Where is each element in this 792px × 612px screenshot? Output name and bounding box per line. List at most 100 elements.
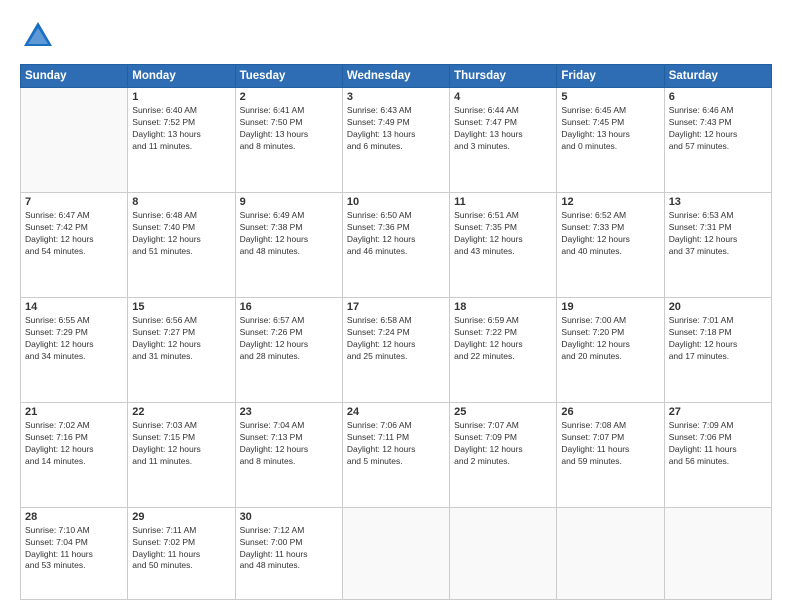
day-number: 21 bbox=[25, 406, 123, 418]
day-number: 16 bbox=[240, 301, 338, 313]
weekday-header-friday: Friday bbox=[557, 65, 664, 88]
day-number: 5 bbox=[561, 91, 659, 103]
day-number: 15 bbox=[132, 301, 230, 313]
cell-info: Sunrise: 6:50 AM Sunset: 7:36 PM Dayligh… bbox=[347, 210, 445, 258]
cell-info: Sunrise: 7:04 AM Sunset: 7:13 PM Dayligh… bbox=[240, 420, 338, 468]
calendar-cell: 10 Sunrise: 6:50 AM Sunset: 7:36 PM Dayli… bbox=[342, 192, 449, 297]
weekday-header-wednesday: Wednesday bbox=[342, 65, 449, 88]
week-row-0: 1 Sunrise: 6:40 AM Sunset: 7:52 PM Daylig… bbox=[21, 88, 772, 193]
calendar-cell: 5 Sunrise: 6:45 AM Sunset: 7:45 PM Daylig… bbox=[557, 88, 664, 193]
calendar-cell: 2 Sunrise: 6:41 AM Sunset: 7:50 PM Daylig… bbox=[235, 88, 342, 193]
cell-info: Sunrise: 6:47 AM Sunset: 7:42 PM Dayligh… bbox=[25, 210, 123, 258]
cell-info: Sunrise: 6:49 AM Sunset: 7:38 PM Dayligh… bbox=[240, 210, 338, 258]
cell-info: Sunrise: 6:52 AM Sunset: 7:33 PM Dayligh… bbox=[561, 210, 659, 258]
cell-info: Sunrise: 7:06 AM Sunset: 7:11 PM Dayligh… bbox=[347, 420, 445, 468]
cell-info: Sunrise: 6:59 AM Sunset: 7:22 PM Dayligh… bbox=[454, 315, 552, 363]
cell-info: Sunrise: 6:51 AM Sunset: 7:35 PM Dayligh… bbox=[454, 210, 552, 258]
calendar-cell: 23Sunrise: 7:04 AM Sunset: 7:13 PM Dayli… bbox=[235, 402, 342, 507]
cell-info: Sunrise: 7:03 AM Sunset: 7:15 PM Dayligh… bbox=[132, 420, 230, 468]
calendar-cell: 26 Sunrise: 7:08 AM Sunset: 7:07 PM Dayli… bbox=[557, 402, 664, 507]
calendar-cell: 16 Sunrise: 6:57 AM Sunset: 7:26 PM Dayli… bbox=[235, 297, 342, 402]
calendar-cell: 4 Sunrise: 6:44 AM Sunset: 7:47 PM Daylig… bbox=[450, 88, 557, 193]
calendar-table: SundayMondayTuesdayWednesdayThursdayFrid… bbox=[20, 64, 772, 600]
calendar-cell: 6 Sunrise: 6:46 AM Sunset: 7:43 PM Daylig… bbox=[664, 88, 771, 193]
week-row-1: 7 Sunrise: 6:47 AM Sunset: 7:42 PM Daylig… bbox=[21, 192, 772, 297]
cell-info: Sunrise: 6:40 AM Sunset: 7:52 PM Dayligh… bbox=[132, 105, 230, 153]
calendar-cell bbox=[557, 507, 664, 599]
calendar-cell: 14 Sunrise: 6:55 AM Sunset: 7:29 PM Dayli… bbox=[21, 297, 128, 402]
calendar-cell bbox=[21, 88, 128, 193]
calendar-cell bbox=[664, 507, 771, 599]
day-number: 13 bbox=[669, 196, 767, 208]
day-number: 17 bbox=[347, 301, 445, 313]
weekday-header-saturday: Saturday bbox=[664, 65, 771, 88]
cell-info: Sunrise: 7:10 AM Sunset: 7:04 PM Dayligh… bbox=[25, 525, 123, 573]
cell-info: Sunrise: 7:01 AM Sunset: 7:18 PM Dayligh… bbox=[669, 315, 767, 363]
day-number: 28 bbox=[25, 511, 123, 523]
day-number: 24 bbox=[347, 406, 445, 418]
header bbox=[20, 18, 772, 54]
weekday-header-tuesday: Tuesday bbox=[235, 65, 342, 88]
day-number: 7 bbox=[25, 196, 123, 208]
cell-info: Sunrise: 7:02 AM Sunset: 7:16 PM Dayligh… bbox=[25, 420, 123, 468]
day-number: 1 bbox=[132, 91, 230, 103]
cell-info: Sunrise: 7:08 AM Sunset: 7:07 PM Dayligh… bbox=[561, 420, 659, 468]
logo-icon bbox=[20, 18, 56, 54]
week-row-4: 28 Sunrise: 7:10 AM Sunset: 7:04 PM Dayli… bbox=[21, 507, 772, 599]
day-number: 25 bbox=[454, 406, 552, 418]
day-number: 6 bbox=[669, 91, 767, 103]
page: SundayMondayTuesdayWednesdayThursdayFrid… bbox=[0, 0, 792, 612]
day-number: 10 bbox=[347, 196, 445, 208]
cell-info: Sunrise: 6:45 AM Sunset: 7:45 PM Dayligh… bbox=[561, 105, 659, 153]
calendar-cell: 22 Sunrise: 7:03 AM Sunset: 7:15 PM Dayli… bbox=[128, 402, 235, 507]
calendar-cell: 21 Sunrise: 7:02 AM Sunset: 7:16 PM Dayli… bbox=[21, 402, 128, 507]
day-number: 9 bbox=[240, 196, 338, 208]
day-number: 4 bbox=[454, 91, 552, 103]
calendar-cell: 19Sunrise: 7:00 AM Sunset: 7:20 PM Dayli… bbox=[557, 297, 664, 402]
cell-info: Sunrise: 6:56 AM Sunset: 7:27 PM Dayligh… bbox=[132, 315, 230, 363]
calendar-cell: 20Sunrise: 7:01 AM Sunset: 7:18 PM Dayli… bbox=[664, 297, 771, 402]
week-row-2: 14 Sunrise: 6:55 AM Sunset: 7:29 PM Dayli… bbox=[21, 297, 772, 402]
calendar-cell: 25Sunrise: 7:07 AM Sunset: 7:09 PM Dayli… bbox=[450, 402, 557, 507]
day-number: 30 bbox=[240, 511, 338, 523]
cell-info: Sunrise: 6:41 AM Sunset: 7:50 PM Dayligh… bbox=[240, 105, 338, 153]
cell-info: Sunrise: 6:53 AM Sunset: 7:31 PM Dayligh… bbox=[669, 210, 767, 258]
calendar-cell: 8Sunrise: 6:48 AM Sunset: 7:40 PM Daylig… bbox=[128, 192, 235, 297]
cell-info: Sunrise: 6:46 AM Sunset: 7:43 PM Dayligh… bbox=[669, 105, 767, 153]
cell-info: Sunrise: 6:43 AM Sunset: 7:49 PM Dayligh… bbox=[347, 105, 445, 153]
day-number: 29 bbox=[132, 511, 230, 523]
calendar-cell: 27Sunrise: 7:09 AM Sunset: 7:06 PM Dayli… bbox=[664, 402, 771, 507]
calendar-cell: 29Sunrise: 7:11 AM Sunset: 7:02 PM Dayli… bbox=[128, 507, 235, 599]
calendar-cell: 12 Sunrise: 6:52 AM Sunset: 7:33 PM Dayli… bbox=[557, 192, 664, 297]
cell-info: Sunrise: 6:55 AM Sunset: 7:29 PM Dayligh… bbox=[25, 315, 123, 363]
calendar-cell: 1 Sunrise: 6:40 AM Sunset: 7:52 PM Daylig… bbox=[128, 88, 235, 193]
calendar-cell: 11 Sunrise: 6:51 AM Sunset: 7:35 PM Dayli… bbox=[450, 192, 557, 297]
calendar-cell bbox=[342, 507, 449, 599]
calendar-cell: 30 Sunrise: 7:12 AM Sunset: 7:00 PM Dayli… bbox=[235, 507, 342, 599]
calendar-cell: 9 Sunrise: 6:49 AM Sunset: 7:38 PM Daylig… bbox=[235, 192, 342, 297]
calendar-cell: 7 Sunrise: 6:47 AM Sunset: 7:42 PM Daylig… bbox=[21, 192, 128, 297]
weekday-header-thursday: Thursday bbox=[450, 65, 557, 88]
calendar-cell: 24 Sunrise: 7:06 AM Sunset: 7:11 PM Dayli… bbox=[342, 402, 449, 507]
calendar-cell: 3 Sunrise: 6:43 AM Sunset: 7:49 PM Daylig… bbox=[342, 88, 449, 193]
day-number: 2 bbox=[240, 91, 338, 103]
cell-info: Sunrise: 7:12 AM Sunset: 7:00 PM Dayligh… bbox=[240, 525, 338, 573]
cell-info: Sunrise: 6:57 AM Sunset: 7:26 PM Dayligh… bbox=[240, 315, 338, 363]
day-number: 26 bbox=[561, 406, 659, 418]
day-number: 11 bbox=[454, 196, 552, 208]
calendar-cell: 28 Sunrise: 7:10 AM Sunset: 7:04 PM Dayli… bbox=[21, 507, 128, 599]
day-number: 22 bbox=[132, 406, 230, 418]
week-row-3: 21 Sunrise: 7:02 AM Sunset: 7:16 PM Dayli… bbox=[21, 402, 772, 507]
day-number: 3 bbox=[347, 91, 445, 103]
weekday-header-monday: Monday bbox=[128, 65, 235, 88]
calendar-cell: 13 Sunrise: 6:53 AM Sunset: 7:31 PM Dayli… bbox=[664, 192, 771, 297]
day-number: 12 bbox=[561, 196, 659, 208]
day-number: 19 bbox=[561, 301, 659, 313]
calendar-cell: 17 Sunrise: 6:58 AM Sunset: 7:24 PM Dayli… bbox=[342, 297, 449, 402]
day-number: 14 bbox=[25, 301, 123, 313]
cell-info: Sunrise: 6:44 AM Sunset: 7:47 PM Dayligh… bbox=[454, 105, 552, 153]
cell-info: Sunrise: 6:58 AM Sunset: 7:24 PM Dayligh… bbox=[347, 315, 445, 363]
weekday-header-row: SundayMondayTuesdayWednesdayThursdayFrid… bbox=[21, 65, 772, 88]
day-number: 27 bbox=[669, 406, 767, 418]
calendar-cell bbox=[450, 507, 557, 599]
